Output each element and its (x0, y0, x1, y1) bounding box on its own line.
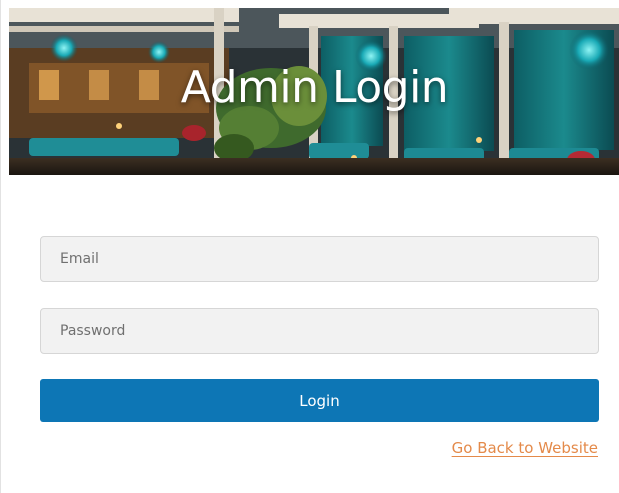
login-button[interactable]: Login (40, 379, 599, 422)
email-input[interactable] (40, 236, 599, 282)
password-input[interactable] (40, 308, 599, 354)
login-page: Admin Login Login Go Back to Website (0, 0, 619, 493)
hero-banner: Admin Login (9, 8, 619, 175)
page-title: Admin Login (180, 62, 449, 113)
go-back-to-website-link[interactable]: Go Back to Website (452, 439, 598, 457)
